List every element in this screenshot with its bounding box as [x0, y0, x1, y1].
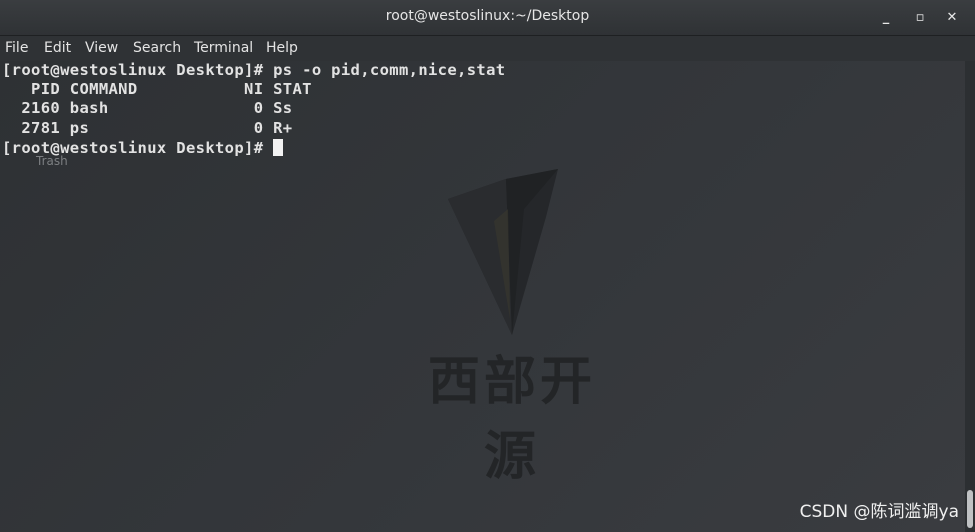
terminal-output-header: PID COMMAND NI STAT [2, 80, 312, 98]
menu-edit[interactable]: Edit [44, 40, 71, 56]
terminal-prompt-line[interactable]: [root@westoslinux Desktop]# [2, 139, 284, 157]
watermark-logo-icon [448, 169, 558, 335]
menu-help[interactable]: Help [266, 40, 298, 56]
text-cursor [273, 139, 284, 156]
menu-terminal[interactable]: Terminal [194, 40, 253, 56]
terminal-output-row: 2160 bash 0 Ss [2, 99, 293, 117]
terminal-area[interactable]: 西部开源 Trash [root@westoslinux Desktop]# p… [0, 61, 965, 532]
minimize-button[interactable]: _ [875, 8, 897, 28]
menu-file[interactable]: File [5, 40, 28, 56]
close-button[interactable]: ✕ [941, 8, 963, 28]
credit-watermark: CSDN @陈词滥调ya [799, 502, 959, 522]
watermark-text: 西部开源 [427, 352, 596, 487]
maximize-button[interactable]: ▫ [909, 8, 931, 28]
menu-search[interactable]: Search [133, 40, 181, 56]
window-title: root@westoslinux:~/Desktop [385, 8, 590, 24]
title-bar: root@westoslinux:~/Desktop _ ▫ ✕ [0, 0, 975, 36]
terminal-prompt: [root@westoslinux Desktop]# [2, 139, 274, 157]
terminal-output-row: 2781 ps 0 R+ [2, 119, 293, 137]
menu-bar: File Edit View Search Terminal Help [0, 36, 975, 61]
scrollbar-thumb[interactable] [967, 490, 973, 528]
menu-view[interactable]: View [85, 40, 118, 56]
terminal-command-line: [root@westoslinux Desktop]# ps -o pid,co… [2, 61, 506, 79]
scrollbar[interactable] [965, 61, 975, 532]
